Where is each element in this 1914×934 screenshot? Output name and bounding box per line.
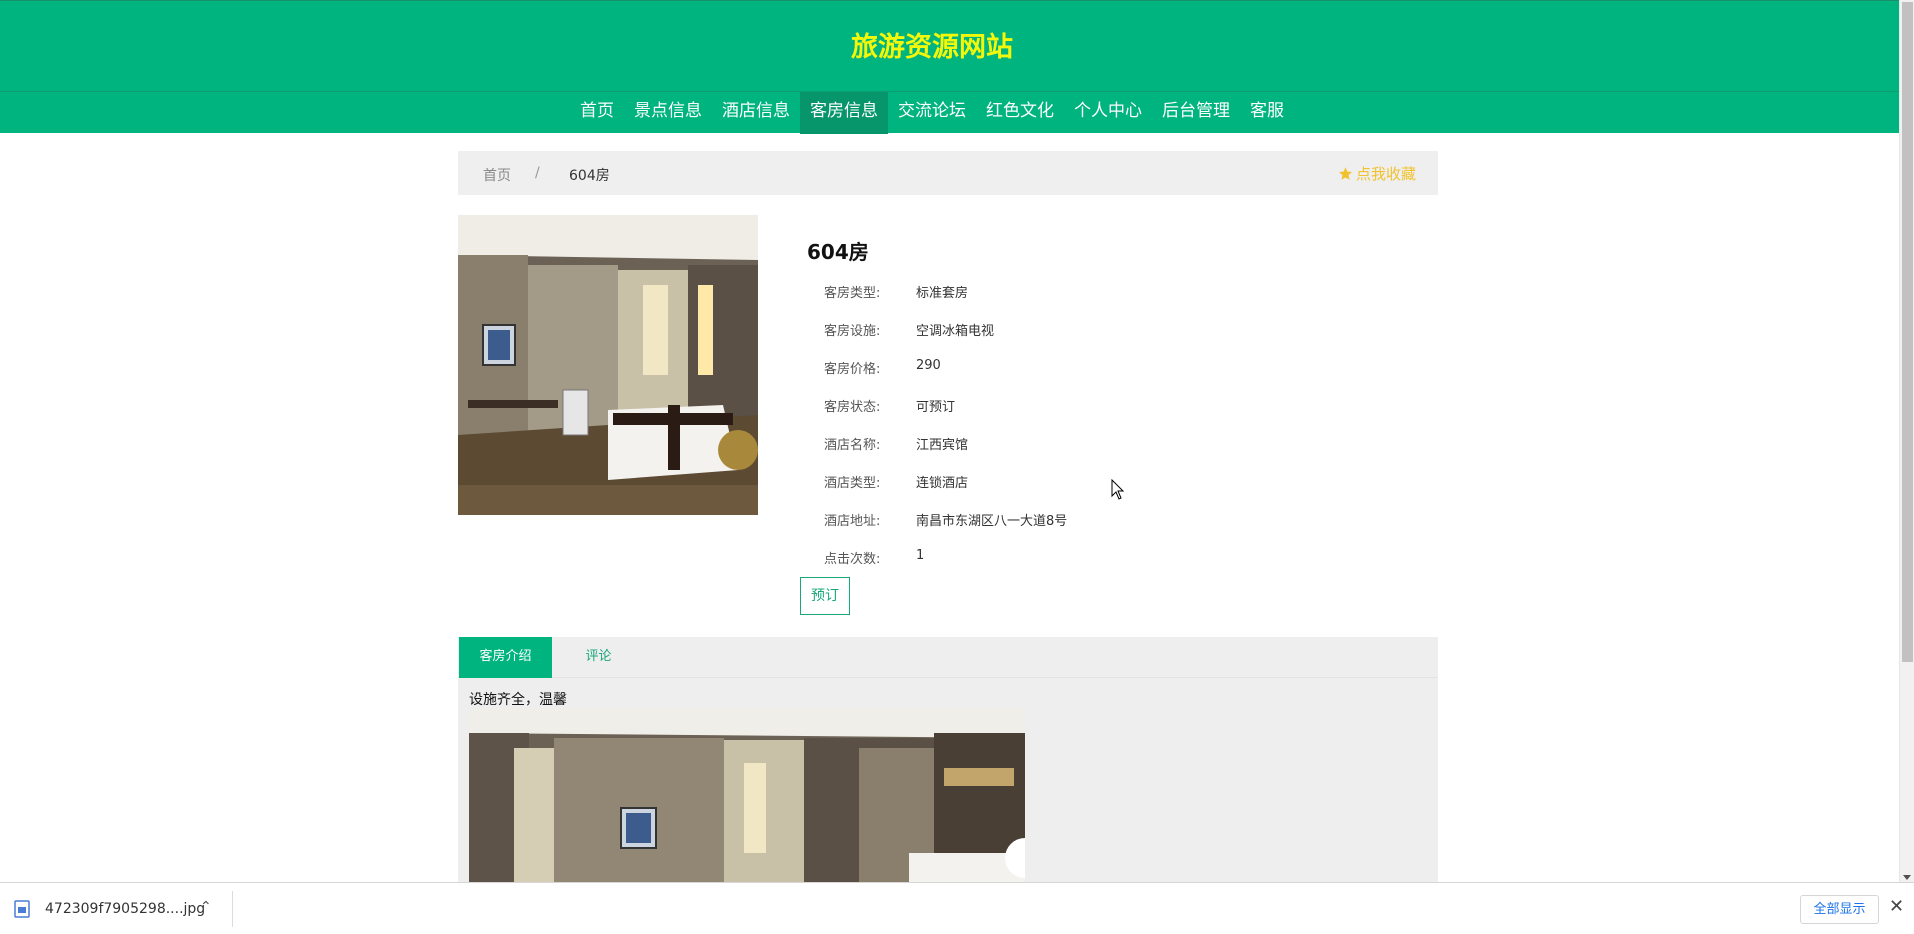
mouse-cursor-icon bbox=[1111, 479, 1125, 500]
scrollbar-thumb[interactable] bbox=[1902, 2, 1913, 662]
show-all-downloads-button[interactable]: 全部显示 bbox=[1800, 895, 1879, 924]
detail-label: 酒店类型: bbox=[824, 476, 881, 491]
detail-hotel-type: 酒店类型: 连锁酒店 bbox=[824, 472, 968, 491]
nav-item-customer-service[interactable]: 客服 bbox=[1240, 92, 1294, 134]
breadcrumb-separator: / bbox=[535, 165, 540, 181]
site-title: 旅游资源网站 bbox=[851, 32, 1013, 63]
room-intro-photo bbox=[469, 708, 1025, 882]
detail-value: 南昌市东湖区八一大道8号 bbox=[916, 514, 1068, 529]
detail-click-count: 点击次数: 1 bbox=[824, 548, 924, 567]
breadcrumb-home-link[interactable]: 首页 bbox=[483, 165, 511, 185]
nav-item-home[interactable]: 首页 bbox=[570, 92, 624, 134]
favorite-label: 点我收藏 bbox=[1355, 165, 1416, 183]
tab-room-intro[interactable]: 客房介绍 bbox=[459, 637, 552, 678]
breadcrumb-current: 604房 bbox=[569, 168, 610, 184]
detail-hotel-name: 酒店名称: 江西宾馆 bbox=[824, 434, 968, 453]
detail-room-price: 客房价格: 290 bbox=[824, 358, 941, 377]
tab-bar: 客房介绍 评论 bbox=[458, 637, 1438, 678]
detail-label: 客房价格: bbox=[824, 362, 881, 377]
detail-label: 客房状态: bbox=[824, 400, 881, 415]
detail-value: 江西宾馆 bbox=[916, 438, 969, 453]
detail-value: 连锁酒店 bbox=[916, 476, 969, 491]
main-nav: 首页 景点信息 酒店信息 客房信息 交流论坛 红色文化 个人中心 后台管理 客服 bbox=[0, 92, 1864, 134]
breadcrumb: 首页 / 604房 点我收藏 bbox=[458, 151, 1438, 195]
detail-value: 可预订 bbox=[916, 400, 956, 415]
star-icon bbox=[1338, 167, 1353, 180]
favorite-button[interactable]: 点我收藏 bbox=[1338, 163, 1416, 184]
detail-room-facilities: 客房设施: 空调冰箱电视 bbox=[824, 320, 994, 339]
room-title: 604房 bbox=[807, 240, 869, 264]
nav-item-forum[interactable]: 交流论坛 bbox=[888, 92, 976, 134]
detail-room-type: 客房类型: 标准套房 bbox=[824, 282, 968, 301]
nav-item-admin[interactable]: 后台管理 bbox=[1152, 92, 1240, 134]
room-photo bbox=[458, 215, 758, 515]
detail-label: 点击次数: bbox=[824, 552, 881, 567]
download-bar-divider bbox=[232, 891, 233, 927]
detail-label: 酒店地址: bbox=[824, 514, 881, 529]
room-tabs-panel: 客房介绍 评论 设施齐全，温馨 bbox=[458, 637, 1438, 882]
book-button[interactable]: 预订 bbox=[800, 577, 850, 615]
nav-item-personal-center[interactable]: 个人中心 bbox=[1064, 92, 1152, 134]
detail-value: 标准套房 bbox=[916, 286, 969, 301]
detail-value: 290 bbox=[916, 358, 941, 373]
detail-value: 空调冰箱电视 bbox=[916, 324, 995, 339]
download-file-name[interactable]: 472309f7905298....jpg bbox=[45, 901, 205, 917]
scroll-down-arrow-icon[interactable] bbox=[1903, 875, 1911, 880]
room-intro-text: 设施齐全，温馨 bbox=[469, 692, 567, 708]
detail-value: 1 bbox=[916, 548, 925, 563]
detail-label: 客房类型: bbox=[824, 286, 881, 301]
download-bar: 472309f7905298....jpg ⌃ 全部显示 ✕ bbox=[0, 882, 1914, 934]
chevron-up-icon[interactable]: ⌃ bbox=[200, 899, 212, 915]
detail-hotel-address: 酒店地址: 南昌市东湖区八一大道8号 bbox=[824, 510, 1067, 529]
site-header: 旅游资源网站 首页 景点信息 酒店信息 客房信息 交流论坛 红色文化 个人中心 … bbox=[0, 0, 1899, 134]
close-icon[interactable]: ✕ bbox=[1889, 896, 1904, 917]
nav-item-red-culture[interactable]: 红色文化 bbox=[976, 92, 1064, 134]
detail-label: 客房设施: bbox=[824, 324, 881, 339]
vertical-scrollbar[interactable] bbox=[1899, 0, 1914, 882]
nav-item-attractions[interactable]: 景点信息 bbox=[624, 92, 712, 134]
image-file-icon bbox=[14, 900, 30, 918]
detail-room-status: 客房状态: 可预订 bbox=[824, 396, 955, 415]
tab-comments[interactable]: 评论 bbox=[552, 637, 645, 678]
nav-item-hotels[interactable]: 酒店信息 bbox=[712, 92, 800, 134]
nav-item-rooms[interactable]: 客房信息 bbox=[800, 92, 888, 134]
detail-label: 酒店名称: bbox=[824, 438, 881, 453]
